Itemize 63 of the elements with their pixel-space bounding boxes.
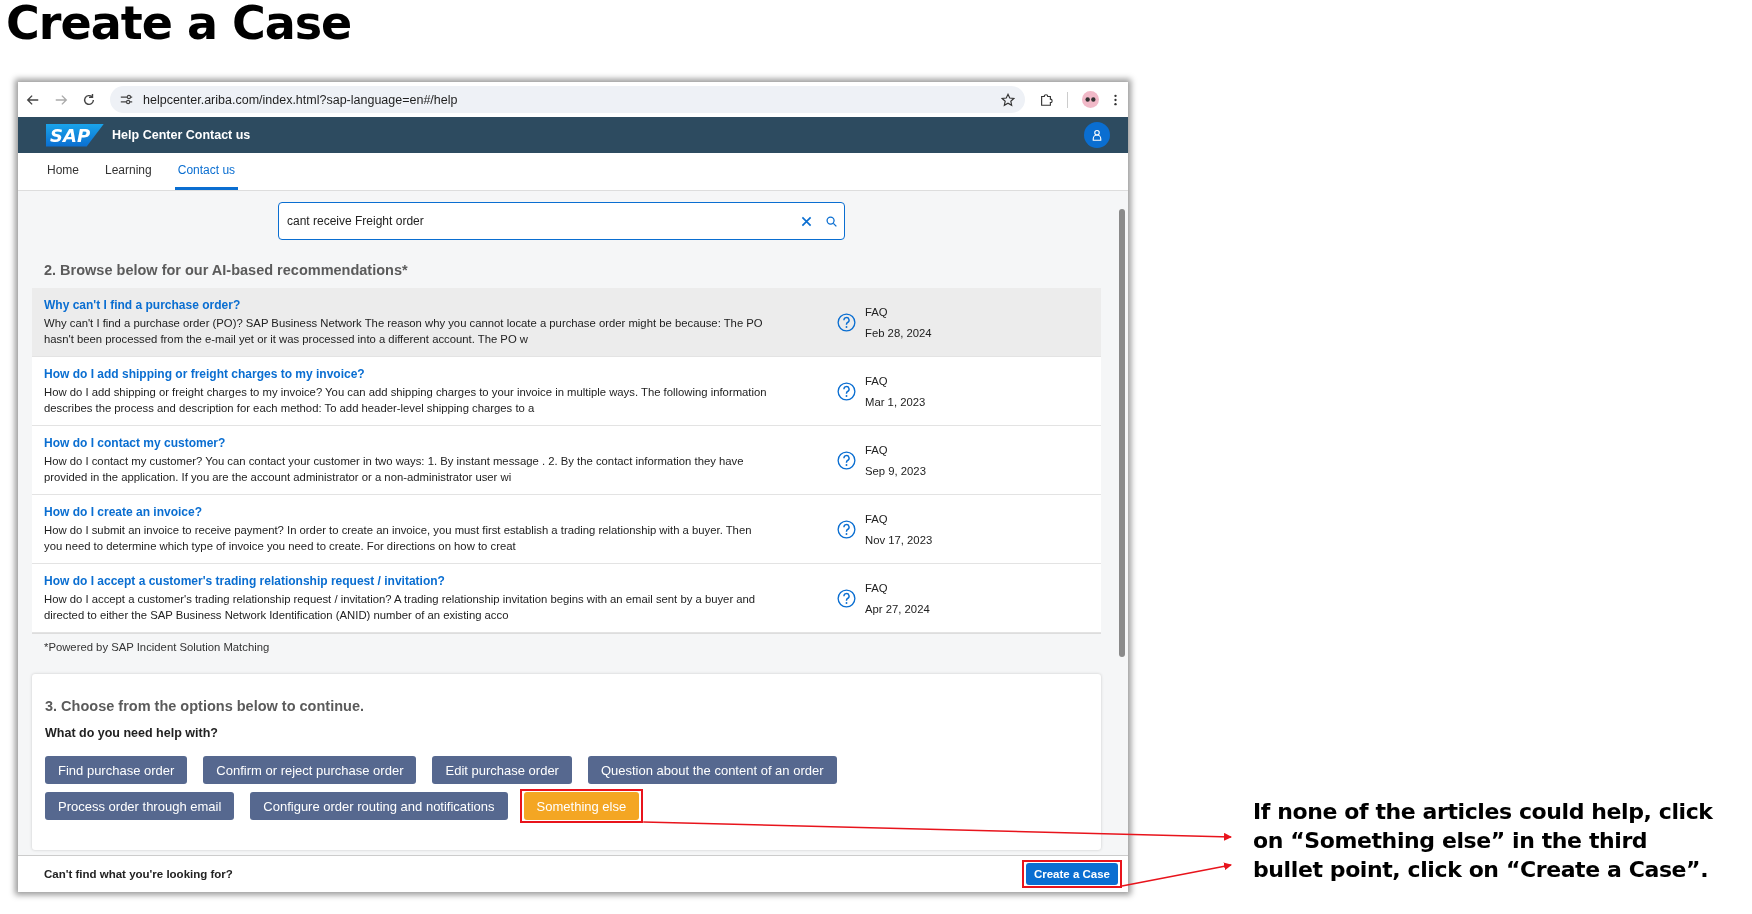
article-date: Apr 27, 2024 — [865, 602, 930, 615]
article-link[interactable]: How do I add shipping or freight charges to my invoice? — [44, 366, 784, 381]
article-snippet: How do I submit an invoice to receive payment? In order to create an invoice, you must first establish a trading relationship with a buyer. Then you need to determine which type of invoice you need to create. For directions on how to creat — [44, 522, 753, 554]
slide-title: Create a Case — [6, 0, 353, 46]
section-heading: 2. Browse below for our AI-based recommendations* — [44, 262, 409, 278]
option-button[interactable]: Edit purchase order — [432, 756, 572, 784]
article-link[interactable]: How do I contact my customer? — [44, 435, 784, 450]
star-icon[interactable] — [1001, 92, 1015, 107]
article-link[interactable]: Why can't I find a purchase order? — [44, 297, 784, 312]
back-icon[interactable] — [26, 92, 40, 107]
user-button[interactable] — [1084, 122, 1110, 148]
article-type: FAQ — [865, 443, 889, 456]
avatar-icon[interactable] — [1082, 91, 1099, 108]
nav-tab[interactable]: Home — [44, 153, 82, 190]
article-type: FAQ — [865, 512, 889, 525]
article-snippet: How do I contact my customer? You can contact your customer in two ways: 1. By instant message . 2. By the contact information they have provided in the application. If you are the account administrator or a non-administrator user wi — [44, 453, 745, 485]
article-type: FAQ — [865, 374, 889, 387]
footnote: *Powered by SAP Incident Solution Matching — [43, 640, 271, 655]
create-case-button[interactable]: Create a Case — [1025, 863, 1118, 885]
help-icon — [837, 450, 856, 470]
article-date: Sep 9, 2023 — [865, 464, 926, 477]
puzzle-icon[interactable] — [1039, 92, 1053, 107]
option-button[interactable]: Process order through email — [45, 792, 235, 820]
clear-icon[interactable] — [801, 215, 812, 227]
search-field[interactable]: cant receive Freight order — [278, 202, 845, 240]
help-icon — [837, 312, 856, 332]
scrollbar[interactable] — [1119, 209, 1125, 657]
help-icon — [837, 588, 856, 608]
option-button[interactable]: Configure order routing and notifications — [250, 792, 508, 820]
search-icon[interactable] — [826, 215, 837, 227]
reload-icon[interactable] — [82, 92, 96, 107]
site-settings-icon[interactable] — [120, 93, 133, 106]
footer-text: Can't find what you're looking for? — [44, 868, 233, 880]
url-text: helpcenter.ariba.com/index.html?sap-language=en#/help — [143, 92, 458, 107]
article-type: FAQ — [865, 581, 889, 594]
nav-tab[interactable]: Learning — [102, 153, 155, 190]
result-row[interactable] — [32, 495, 1101, 564]
section-heading: 3. Choose from the options below to continue. — [45, 698, 365, 714]
logo[interactable]: SAP — [46, 123, 105, 147]
result-row[interactable] — [32, 426, 1101, 495]
result-row[interactable] — [32, 288, 1101, 357]
article-type: FAQ — [865, 305, 889, 318]
header-title: Help Center Contact us — [112, 128, 251, 142]
article-snippet: How do I accept a customer's trading relationship request / invitation? A trading relationship invitation begins with an email sent by a buyer and directed to either the SAP Business Network Identification (ANID) number of an existing acco — [44, 591, 757, 623]
result-row[interactable] — [32, 357, 1101, 426]
article-date: Feb 28, 2024 — [865, 326, 932, 339]
question-label: What do you need help with? — [45, 726, 219, 740]
kebab-menu-icon[interactable] — [1113, 92, 1118, 107]
option-button[interactable]: Confirm or reject purchase order — [203, 756, 417, 784]
option-button[interactable]: Find purchase order — [45, 756, 188, 784]
result-row[interactable] — [32, 564, 1101, 633]
article-date: Mar 1, 2023 — [865, 395, 926, 408]
article-snippet: How do I add shipping or freight charges to my invoice? You can add shipping charges to your invoice in multiple ways. The following information describes the process and description for each method: To add header-level shipping charges to a — [44, 384, 768, 416]
article-date: Nov 17, 2023 — [865, 533, 933, 546]
help-icon — [837, 519, 856, 539]
user-icon — [1091, 129, 1103, 141]
instruction-text: If none of the articles could help, click on “Something else” in the third bullet point, click on “Create a Case”. — [1253, 798, 1714, 884]
article-link[interactable]: How do I create an invoice? — [44, 504, 784, 519]
help-icon — [837, 381, 856, 401]
option-button[interactable]: Question about the content of an order — [587, 756, 837, 784]
article-link[interactable]: How do I accept a customer's trading relationship request / invitation? — [44, 573, 784, 588]
address-bar[interactable]: helpcenter.ariba.com/index.html?sap-language=en#/help — [110, 86, 1025, 113]
article-snippet: Why can't I find a purchase order (PO)? SAP Business Network The reason why you cannot locate a purchase order might be because: The PO hasn't been processed from the e-mail yet or it was processed into a different account. The PO w — [44, 315, 764, 347]
